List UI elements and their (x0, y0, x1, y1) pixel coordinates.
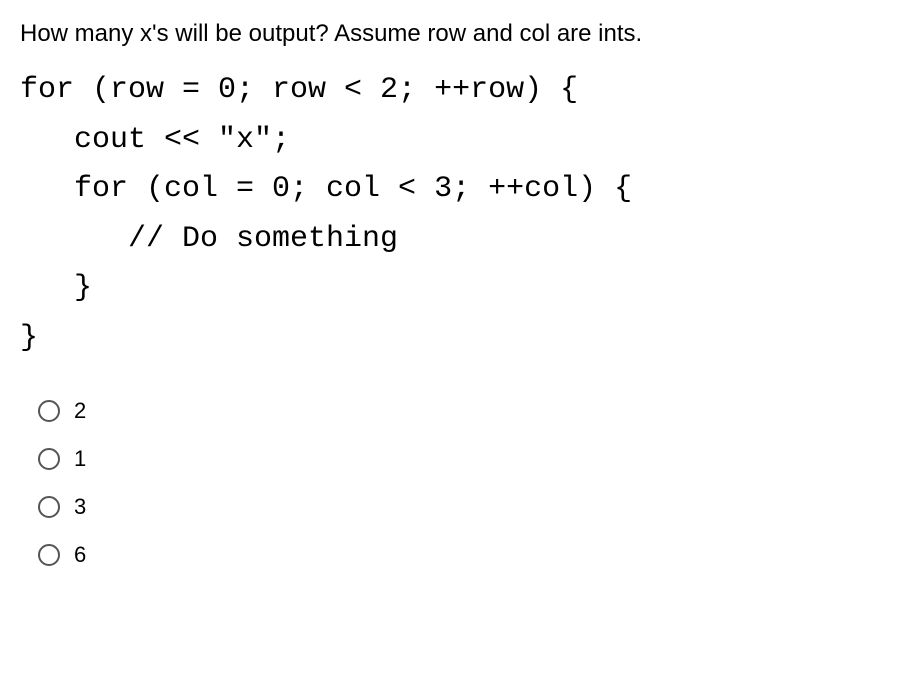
option-label: 2 (74, 398, 86, 424)
radio-icon[interactable] (38, 496, 60, 518)
option-0[interactable]: 2 (38, 398, 888, 424)
option-3[interactable]: 6 (38, 542, 888, 568)
code-line: for (col = 0; col < 3; ++col) { (20, 172, 632, 206)
answer-options: 2 1 3 6 (20, 398, 888, 568)
radio-icon[interactable] (38, 400, 60, 422)
option-label: 3 (74, 494, 86, 520)
option-1[interactable]: 1 (38, 446, 888, 472)
code-line: } (20, 271, 92, 305)
code-block: for (row = 0; row < 2; ++row) { cout << … (20, 66, 888, 363)
code-line: for (row = 0; row < 2; ++row) { (20, 73, 578, 107)
radio-icon[interactable] (38, 544, 60, 566)
option-2[interactable]: 3 (38, 494, 888, 520)
option-label: 6 (74, 542, 86, 568)
code-line: // Do something (20, 222, 398, 256)
code-line: } (20, 321, 38, 355)
radio-icon[interactable] (38, 448, 60, 470)
code-line: cout << "x"; (20, 123, 290, 157)
question-prompt: How many x's will be output? Assume row … (20, 20, 888, 48)
option-label: 1 (74, 446, 86, 472)
